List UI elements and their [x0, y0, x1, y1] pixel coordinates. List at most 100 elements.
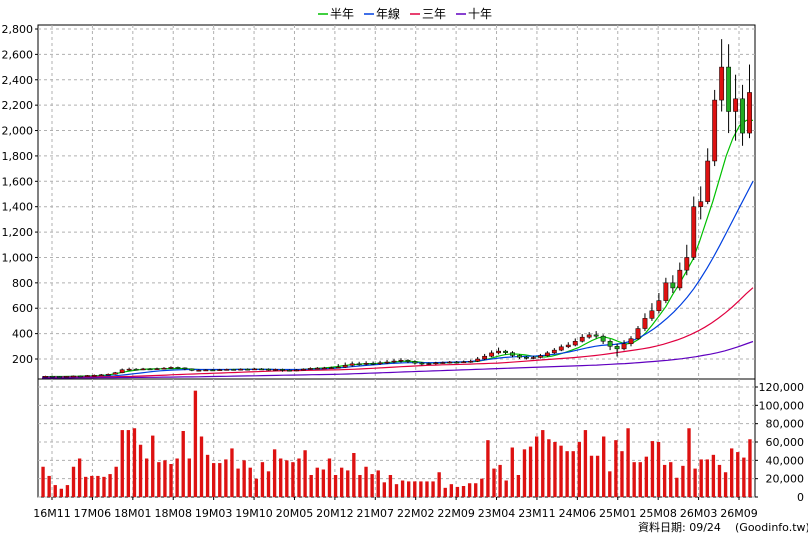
legend-label: 半年 [330, 7, 354, 21]
candle-body [182, 367, 188, 370]
volume-bar [577, 442, 581, 497]
candle-body [224, 369, 230, 371]
volume-tick-label: 100,000 [759, 399, 805, 412]
volume-bar [504, 480, 508, 497]
volume-bar [687, 428, 691, 497]
candle-body [314, 367, 320, 370]
candle-body [342, 365, 348, 368]
volume-tick-label: 0 [797, 491, 804, 504]
x-tick-label: 18M08 [154, 507, 192, 520]
volume-bar [59, 488, 64, 497]
candle-body [328, 367, 334, 369]
candle-body [454, 361, 460, 364]
volume-bar [681, 465, 685, 497]
candle-body [43, 376, 48, 378]
candle-body [335, 366, 341, 369]
volume-bar [120, 430, 124, 497]
candle-body [70, 375, 76, 378]
candle-body [524, 356, 529, 359]
volume-bar [47, 475, 51, 497]
candle-body [175, 367, 181, 369]
candle-body [280, 369, 285, 371]
candle-body [503, 350, 508, 353]
volume-bar [285, 460, 289, 497]
volume-bar [193, 390, 198, 497]
candle-body [496, 350, 501, 354]
volume-bar [132, 428, 137, 497]
volume-bar [108, 474, 112, 497]
candle-body [154, 368, 160, 370]
volume-bar [339, 467, 344, 497]
volume-bar [358, 475, 362, 497]
volume-bar [169, 464, 173, 497]
y-tick-label: 2,000 [2, 125, 34, 138]
x-tick-label: 19M10 [235, 507, 273, 520]
candle-body [600, 335, 606, 342]
candle-body [287, 369, 292, 372]
volume-bar [571, 451, 575, 497]
volume-bar [602, 436, 606, 497]
volume-bar [650, 441, 655, 497]
volume-bar [65, 485, 70, 497]
volume-bar [327, 458, 332, 497]
candle-body [196, 369, 202, 372]
legend-label: 三年 [422, 7, 446, 21]
candle-body [112, 372, 118, 375]
volume-bar [498, 464, 502, 497]
candle-body [684, 257, 690, 271]
volume-bar [260, 462, 265, 497]
candle-body [433, 362, 439, 365]
volume-bar [632, 462, 636, 497]
volume-bar [608, 471, 612, 497]
volume-bar [467, 483, 472, 497]
candle-body [426, 363, 432, 365]
candle-body [161, 367, 167, 370]
candle-body [551, 349, 557, 354]
volume-tick-label: 40,000 [766, 454, 805, 467]
candle-body [719, 66, 725, 101]
candle-body [712, 99, 718, 162]
data-date-label: 資料日期: 09/24 [638, 520, 721, 534]
x-tick-label: 26M09 [720, 507, 758, 520]
candle-body [189, 368, 195, 371]
y-tick-label: 1,600 [2, 175, 34, 188]
legend-label: 十年 [468, 7, 492, 21]
volume-bar [711, 454, 716, 497]
candle-body [133, 368, 139, 371]
volume-bar [425, 481, 429, 497]
volume-bar [662, 464, 667, 497]
candle-body [210, 369, 216, 372]
volume-bar [413, 481, 417, 497]
candle-body [119, 369, 125, 373]
x-tick-label: 25M01 [599, 507, 637, 520]
candle-body [468, 361, 474, 363]
volume-bar [53, 485, 57, 497]
volume-bar [748, 439, 752, 497]
candle-body [642, 318, 648, 329]
x-tick-label: 16M11 [33, 507, 71, 520]
candle-body [98, 374, 104, 376]
volume-bar [528, 446, 533, 497]
candle-body [705, 160, 711, 202]
volume-bar [541, 430, 545, 497]
y-tick-label: 1,400 [2, 201, 34, 214]
legend: 半年 年線 三年 十年 [318, 6, 492, 21]
volume-bar [309, 475, 313, 497]
candle-body [726, 66, 732, 112]
candle-body [405, 360, 411, 362]
volume-bar [364, 466, 368, 497]
candle-body [321, 367, 327, 370]
volume-bar [218, 463, 222, 497]
candle-body [670, 282, 676, 289]
y-tick-label: 2,800 [2, 23, 34, 36]
volume-bar [480, 478, 484, 497]
y-tick-label: 600 [12, 302, 33, 315]
candle-body [300, 368, 306, 371]
candle-body [273, 369, 278, 371]
candle-body [370, 363, 376, 365]
volume-bar [279, 458, 283, 497]
candle-body [266, 368, 271, 371]
volume-bar [559, 445, 563, 497]
volume-bar [376, 470, 380, 497]
volume-bar [547, 439, 551, 497]
